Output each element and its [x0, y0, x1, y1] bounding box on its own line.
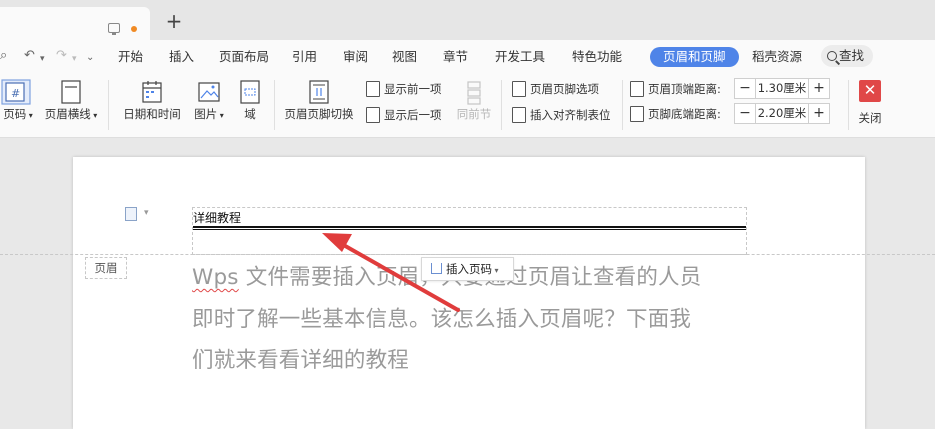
header-line-button[interactable]: 页眉横线 ▾	[42, 78, 100, 122]
same-as-previous-icon	[467, 81, 481, 105]
page-number-button[interactable]: # 页码 ▾	[0, 78, 36, 122]
show-next-icon	[366, 107, 380, 123]
search-icon	[827, 51, 837, 61]
monitor-icon[interactable]	[108, 23, 120, 35]
increase-button[interactable]: +	[808, 104, 829, 123]
header-footer-options-button[interactable]: 页眉页脚选项	[512, 80, 599, 98]
page-number-icon: #	[1, 79, 31, 105]
menu-docer-resources[interactable]: 稻壳资源	[752, 47, 802, 67]
menu-insert[interactable]: 插入	[169, 47, 194, 67]
document-tab[interactable]	[0, 7, 150, 40]
insert-page-number-button[interactable]: 插入页码 ▾	[421, 257, 514, 281]
menu-page-layout[interactable]: 页面布局	[219, 47, 269, 67]
divider	[108, 80, 109, 130]
header-text[interactable]: 详细教程	[193, 209, 241, 226]
divider	[848, 80, 849, 130]
redo-icon[interactable]: ↷	[56, 48, 67, 64]
show-next-button[interactable]: 显示后一项	[366, 106, 442, 124]
header-line-icon	[61, 80, 81, 104]
menu-header-footer[interactable]: 页眉和页脚	[650, 47, 739, 67]
switch-header-footer-icon	[309, 80, 329, 104]
menu-chapter[interactable]: 章节	[443, 47, 468, 67]
print-preview-icon[interactable]: ⌕	[0, 48, 7, 64]
menu-references[interactable]: 引用	[292, 47, 317, 67]
show-previous-icon	[366, 81, 380, 97]
unsaved-dot-icon	[131, 26, 137, 32]
close-label[interactable]: 关闭	[852, 110, 888, 126]
header-top-distance-spinner[interactable]: − 1.30厘米 +	[734, 78, 830, 99]
misspelled-word[interactable]: Wps	[192, 265, 239, 290]
header-line	[193, 229, 746, 230]
picture-icon	[198, 82, 220, 102]
show-previous-button[interactable]: 显示前一项	[366, 80, 442, 98]
menu-features[interactable]: 特色功能	[572, 47, 622, 67]
header-tag: 页眉	[85, 257, 127, 279]
ribbon-toolbar: # 页码 ▾ 页眉横线 ▾ 日期和时间 图片 ▾ 域 页眉页脚切换 显示前一项 …	[0, 72, 935, 138]
header-distance-icon	[630, 81, 644, 97]
tab-bar: +	[0, 0, 935, 40]
calendar-icon	[142, 81, 162, 103]
menu-view[interactable]: 视图	[392, 47, 417, 67]
search-button[interactable]: 查找	[821, 45, 873, 67]
field-icon	[240, 80, 260, 104]
date-time-button[interactable]: 日期和时间	[120, 78, 184, 122]
decrease-button[interactable]: −	[735, 79, 756, 98]
divider	[622, 80, 623, 130]
undo-icon[interactable]: ↶	[24, 48, 35, 64]
menu-bar: ⌕ ↶ ▾ ↷ ▾ ⌄ 开始 插入 页面布局 引用 审阅 视图 章节 开发工具 …	[0, 40, 935, 72]
footer-bottom-distance-spinner[interactable]: − 2.20厘米 +	[734, 103, 830, 124]
redo-dropdown-icon[interactable]: ▾	[72, 51, 77, 67]
footer-distance-icon	[630, 106, 644, 122]
page-number-icon	[431, 263, 442, 274]
chevron-down-icon[interactable]: ▾	[144, 208, 149, 218]
field-button[interactable]: 域	[236, 78, 264, 122]
customize-toolbar-icon[interactable]: ⌄	[86, 50, 94, 66]
header-line	[193, 226, 746, 228]
header-top-distance-label: 页眉顶端距离:	[630, 80, 721, 98]
increase-button[interactable]: +	[808, 79, 829, 98]
new-tab-button[interactable]: +	[164, 10, 184, 32]
menu-developer[interactable]: 开发工具	[495, 47, 545, 67]
header-region[interactable]: 详细教程	[192, 207, 747, 255]
header-top-distance-value[interactable]: 1.30厘米	[756, 79, 808, 98]
undo-dropdown-icon[interactable]: ▾	[40, 51, 45, 67]
options-icon	[512, 81, 526, 97]
divider	[274, 80, 275, 130]
close-icon: ✕	[863, 81, 877, 99]
close-header-footer-button[interactable]: ✕	[859, 80, 881, 102]
decrease-button[interactable]: −	[735, 104, 756, 123]
align-tab-icon	[512, 107, 526, 123]
document-area: ▾ 详细教程 页眉 Wps 文件需要插入页眉，只要通过页眉让查看的人员 即时了解…	[0, 139, 935, 429]
header-options-icon[interactable]	[125, 207, 137, 221]
picture-button[interactable]: 图片 ▾	[190, 78, 228, 122]
footer-bottom-distance-label: 页脚底端距离:	[630, 105, 721, 123]
switch-header-footer-button[interactable]: 页眉页脚切换	[282, 78, 356, 122]
menu-review[interactable]: 审阅	[343, 47, 368, 67]
divider	[501, 80, 502, 130]
menu-start[interactable]: 开始	[118, 47, 143, 67]
insert-align-tab-button[interactable]: 插入对齐制表位	[512, 106, 611, 124]
same-as-previous-button[interactable]: 同前节	[455, 80, 493, 122]
svg-text:#: #	[11, 87, 20, 100]
footer-bottom-distance-value[interactable]: 2.20厘米	[756, 104, 808, 123]
header-boundary-line	[0, 254, 935, 255]
